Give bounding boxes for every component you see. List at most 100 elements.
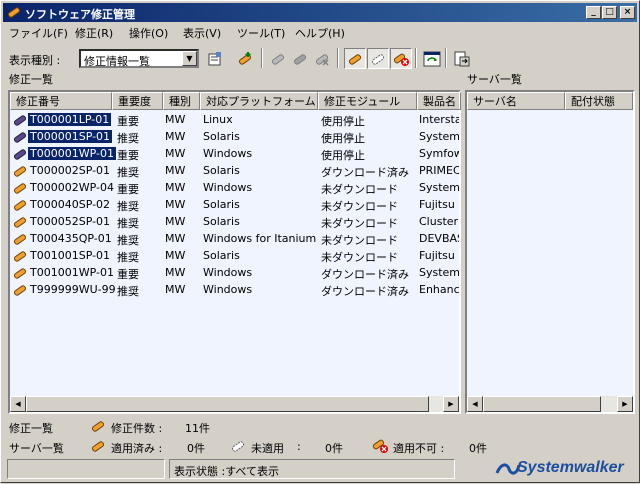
toolbar-separator xyxy=(337,48,339,68)
refresh-icon[interactable] xyxy=(421,48,443,69)
applied-filter-icon[interactable] xyxy=(344,48,366,69)
patch-icon xyxy=(13,183,27,194)
fix-count-label: 修正件数 : xyxy=(111,422,163,435)
scroll-thumb[interactable] xyxy=(483,396,601,412)
maximize-button[interactable]: □ xyxy=(602,6,617,19)
title-bar[interactable]: ソフトウェア修正管理 _ □ × xyxy=(3,3,637,22)
toolbar: 表示種別 : 修正情報一覧 ▼ xyxy=(3,43,637,71)
table-row[interactable]: T000001LP-01 重要 MW Linux 使用停止 Interstage xyxy=(10,112,459,129)
scroll-left-icon[interactable]: ◀ xyxy=(467,396,483,412)
type-cell: MW xyxy=(165,283,186,296)
unapplied-icon xyxy=(231,441,245,452)
scroll-right-icon[interactable]: ▶ xyxy=(443,396,459,412)
col-type[interactable]: 種別 xyxy=(163,92,200,110)
window-title: ソフトウェア修正管理 xyxy=(25,8,135,21)
chevron-down-icon[interactable]: ▼ xyxy=(182,51,197,66)
scroll-right-icon[interactable]: ▶ xyxy=(617,396,633,412)
platform-cell: Solaris xyxy=(203,198,240,211)
fix-number-cell: T000435QP-01 xyxy=(30,232,112,245)
type-cell: MW xyxy=(165,130,186,143)
delete-icon[interactable] xyxy=(311,48,333,69)
platform-cell: Linux xyxy=(203,113,233,126)
properties-icon[interactable] xyxy=(204,48,226,69)
type-cell: MW xyxy=(165,249,186,262)
not-applicable-icon xyxy=(372,439,388,453)
fix-list-hscrollbar[interactable]: ◀ ▶ xyxy=(10,396,459,412)
module-cell: 未ダウンロード xyxy=(321,251,398,264)
platform-cell: Windows for Itanium xyxy=(203,232,317,245)
close-button[interactable]: × xyxy=(620,6,635,19)
platform-cell: Solaris xyxy=(203,164,240,177)
table-row[interactable]: T000002SP-01 推奨 MW Solaris ダウンロード済み PRIMECLUS… xyxy=(10,163,459,180)
menu-tools[interactable]: ツール(T) xyxy=(237,25,285,41)
display-type-value: 修正情報一覧 xyxy=(84,55,150,68)
type-cell: MW xyxy=(165,266,186,279)
fix-count-value: 11件 xyxy=(185,422,210,435)
export-icon[interactable] xyxy=(451,48,473,69)
platform-cell: Windows xyxy=(203,266,253,279)
not-applicable-label: 適用不可 : xyxy=(393,442,445,455)
patch-icon xyxy=(13,217,27,228)
module-cell: 未ダウンロード xyxy=(321,234,398,247)
menu-file[interactable]: ファイル(F) xyxy=(9,25,68,41)
fix-number-cell: T999999WU-99 xyxy=(30,283,116,296)
server-list-header: サーバ名 配付状態 xyxy=(467,92,633,110)
type-cell: MW xyxy=(165,198,186,211)
applied-count: 0件 xyxy=(187,442,205,455)
minimize-button[interactable]: _ xyxy=(586,6,601,19)
table-row[interactable]: T000001SP-01 推奨 MW Solaris 使用停止 Systemwalker xyxy=(10,129,459,146)
product-cell: Symfoware xyxy=(419,147,459,160)
stop-icon[interactable] xyxy=(289,48,311,69)
module-cell: ダウンロード済み xyxy=(321,268,409,281)
suspended-patch-icon xyxy=(13,132,27,143)
table-row[interactable]: T000052SP-01 推奨 MW Solaris 未ダウンロード Cluster xyxy=(10,214,459,231)
server-list-body[interactable] xyxy=(467,110,633,396)
product-cell: DEVBAS xyxy=(419,232,459,245)
table-row[interactable]: T001001SP-01 推奨 MW Solaris 未ダウンロード Fujitsu C xyxy=(10,248,459,265)
menu-fix[interactable]: 修正(R) xyxy=(75,25,113,41)
importance-cell: 推奨 xyxy=(117,166,139,179)
not-applicable-filter-icon[interactable] xyxy=(390,48,412,69)
display-type-select[interactable]: 修正情報一覧 ▼ xyxy=(79,49,199,68)
col-fix-number[interactable]: 修正番号 xyxy=(10,92,112,110)
table-row[interactable]: T000040SP-02 推奨 MW Solaris 未ダウンロード Fujitsu C xyxy=(10,197,459,214)
menu-operation[interactable]: 操作(O) xyxy=(129,25,168,41)
col-product[interactable]: 製品名 xyxy=(417,92,461,110)
unapplied-filter-icon[interactable] xyxy=(367,48,389,69)
col-importance[interactable]: 重要度 xyxy=(112,92,163,110)
module-cell: 未ダウンロード xyxy=(321,183,398,196)
importance-cell: 重要 xyxy=(117,183,139,196)
applied-icon xyxy=(91,441,105,452)
add-patch-icon[interactable] xyxy=(234,48,256,69)
summary-fix-label: 修正一覧 xyxy=(9,422,53,435)
menu-bar: ファイル(F) 修正(R) 操作(O) 表示(V) ツール(T) ヘルプ(H) xyxy=(3,23,637,41)
server-list-hscrollbar[interactable]: ◀ ▶ xyxy=(467,396,633,412)
unapplied-separator: : xyxy=(297,440,301,453)
product-cell: Fujitsu C xyxy=(419,198,459,211)
scroll-left-icon[interactable]: ◀ xyxy=(10,396,26,412)
apply-icon[interactable] xyxy=(267,48,289,69)
importance-cell: 推奨 xyxy=(117,200,139,213)
table-row[interactable]: T000435QP-01 推奨 MW Windows for Itanium 未ダウンロ… xyxy=(10,231,459,248)
col-distribution-status[interactable]: 配付状態 xyxy=(565,92,633,110)
scroll-thumb[interactable] xyxy=(26,396,429,412)
table-row[interactable]: T000001WP-01重要 MW Windows 使用停止 Symfoware xyxy=(10,146,459,163)
menu-help[interactable]: ヘルプ(H) xyxy=(295,25,345,41)
importance-cell: 推奨 xyxy=(117,251,139,264)
col-platform[interactable]: 対応プラットフォーム xyxy=(200,92,318,110)
table-row[interactable]: T001001WP-01重要 MW Windows ダウンロード済み SystemW xyxy=(10,265,459,282)
importance-cell: 重要 xyxy=(117,149,139,162)
patch-icon xyxy=(91,421,105,432)
fix-number-cell: T000052SP-01 xyxy=(30,215,111,228)
logo-text: Systemwalker xyxy=(517,459,624,476)
table-row[interactable]: T999999WU-99推奨 MW Windows ダウンロード済み Enhance xyxy=(10,282,459,299)
product-cell: PRIMECLUSTER xyxy=(419,164,459,177)
server-list-panel: サーバ名 配付状態 ◀ ▶ xyxy=(465,90,635,414)
col-server-name[interactable]: サーバ名 xyxy=(467,92,565,110)
col-module[interactable]: 修正モジュール xyxy=(318,92,417,110)
type-cell: MW xyxy=(165,164,186,177)
platform-cell: Windows xyxy=(203,283,253,296)
type-cell: MW xyxy=(165,215,186,228)
table-row[interactable]: T000002WP-04重要 MW Windows 未ダウンロード Systemwalk… xyxy=(10,180,459,197)
menu-view[interactable]: 表示(V) xyxy=(183,25,221,41)
